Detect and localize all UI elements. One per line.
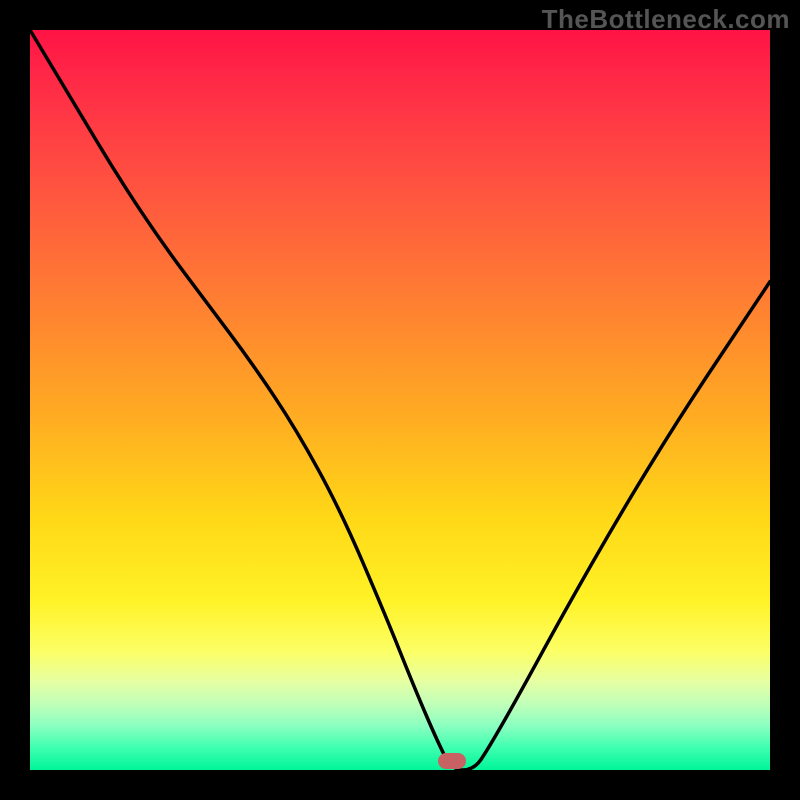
bottleneck-curve xyxy=(30,30,770,770)
chart-stage: TheBottleneck.com xyxy=(0,0,800,800)
watermark-text: TheBottleneck.com xyxy=(542,4,790,35)
plot-area xyxy=(30,30,770,770)
curve-path xyxy=(30,30,770,770)
optimum-marker xyxy=(438,753,466,769)
